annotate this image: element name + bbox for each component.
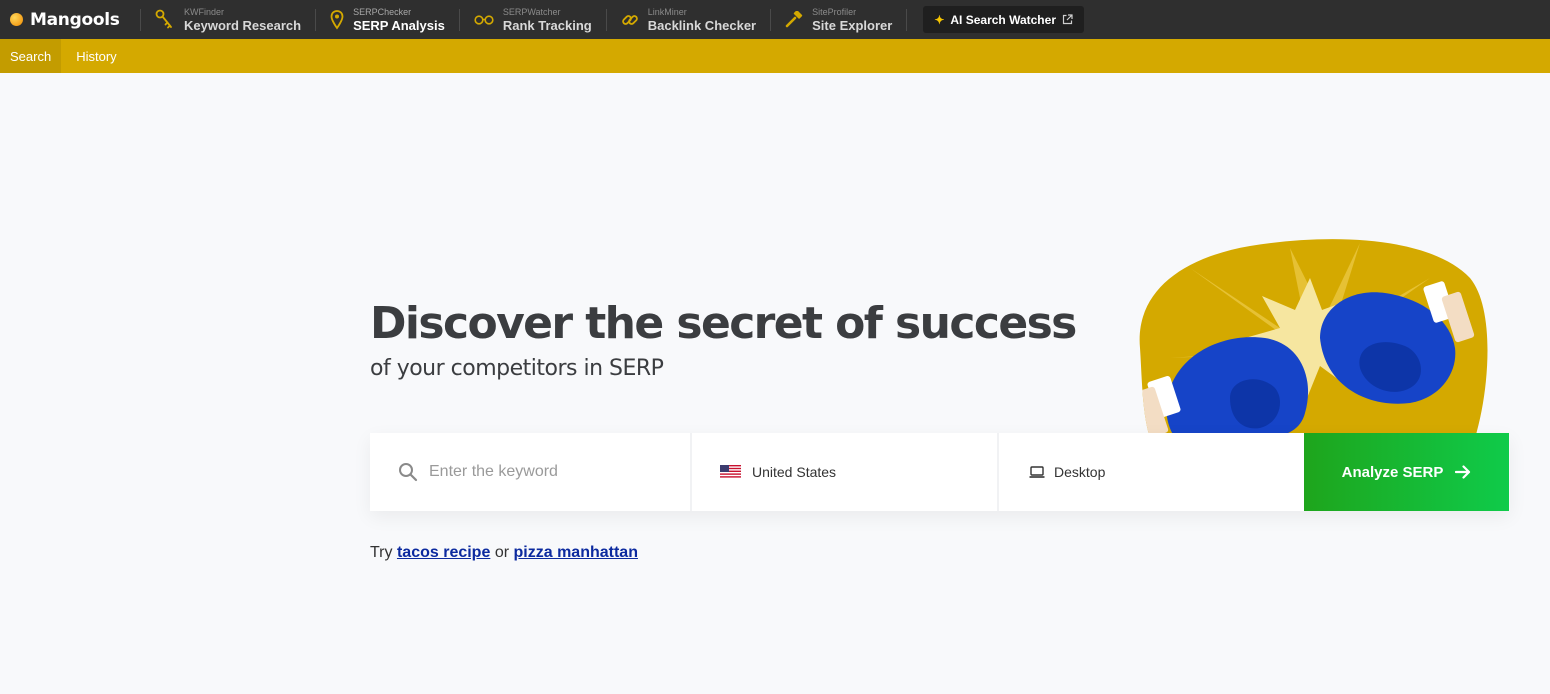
try-prefix: Try — [370, 544, 393, 561]
nav-item-subtitle: LinkMiner — [647, 6, 687, 17]
device-value: Desktop — [1054, 464, 1106, 480]
hero-subtitle: of your competitors in SERP — [370, 356, 664, 381]
country-select[interactable]: United States — [692, 433, 997, 511]
analyze-serp-button[interactable]: Analyze SERP — [1304, 433, 1509, 511]
sub-navigation: Search History — [0, 39, 1550, 73]
hammer-icon — [785, 10, 803, 27]
nav-item-label: Site Explorer — [812, 17, 893, 33]
hero-title: Discover the secret of success — [370, 298, 1077, 349]
us-flag-icon — [720, 465, 741, 479]
glasses-icon — [474, 14, 494, 25]
ai-search-watcher-button[interactable]: ✦ AI Search Watcher — [923, 6, 1084, 33]
location-pin-icon — [330, 9, 344, 30]
keyword-input[interactable] — [429, 463, 669, 481]
analyze-serp-label: Analyze SERP — [1341, 463, 1444, 481]
nav-item-serpwatcher[interactable]: SERPWatcher Rank Tracking — [460, 0, 606, 39]
nav-item-subtitle: SERPChecker — [353, 6, 412, 17]
try-conjunction: or — [494, 544, 510, 561]
nav-item-label: SERP Analysis — [353, 17, 445, 33]
key-icon — [155, 9, 172, 28]
nav-item-label: Rank Tracking — [502, 17, 592, 33]
nav-item-linkminer[interactable]: LinkMiner Backlink Checker — [607, 0, 770, 39]
sparkle-icon: ✦ — [934, 12, 945, 27]
brand-logo[interactable]: Mangools — [0, 0, 140, 39]
country-value: United States — [752, 464, 837, 480]
keyword-field[interactable] — [370, 433, 690, 511]
arrow-right-icon — [1455, 465, 1471, 479]
example-link-tacos-recipe[interactable]: tacos recipe — [397, 544, 490, 561]
nav-item-subtitle: KWFinder — [184, 6, 225, 17]
nav-item-subtitle: SERPWatcher — [502, 6, 561, 17]
laptop-icon — [1029, 465, 1045, 478]
top-navigation: Mangools KWFinder Keyword Research SERPC… — [0, 0, 1550, 39]
nav-item-label: Keyword Research — [184, 17, 302, 33]
example-keywords: Try tacos recipe or pizza manhattan — [370, 544, 638, 562]
nav-divider — [906, 8, 908, 31]
ai-search-watcher-label: AI Search Watcher — [950, 12, 1056, 27]
example-link-pizza-manhattan[interactable]: pizza manhattan — [514, 544, 638, 561]
boxing-gloves-illustration — [1139, 239, 1488, 438]
tab-history[interactable]: History — [61, 39, 131, 73]
link-icon — [621, 14, 638, 25]
external-link-icon — [1062, 14, 1073, 25]
brand-name: Mangools — [30, 9, 120, 30]
nav-item-label: Backlink Checker — [647, 17, 757, 33]
device-select[interactable]: Desktop — [999, 433, 1304, 511]
nav-item-serpchecker[interactable]: SERPChecker SERP Analysis — [316, 0, 459, 39]
nav-item-subtitle: SiteProfiler — [812, 6, 857, 17]
serp-search-form: United States Desktop Analyze SERP — [370, 433, 1510, 511]
tab-search[interactable]: Search — [0, 39, 62, 73]
mangools-logo-icon — [10, 13, 23, 26]
nav-item-kwfinder[interactable]: KWFinder Keyword Research — [141, 0, 315, 39]
nav-item-siteprofiler[interactable]: SiteProfiler Site Explorer — [771, 0, 906, 39]
search-icon — [399, 463, 418, 482]
